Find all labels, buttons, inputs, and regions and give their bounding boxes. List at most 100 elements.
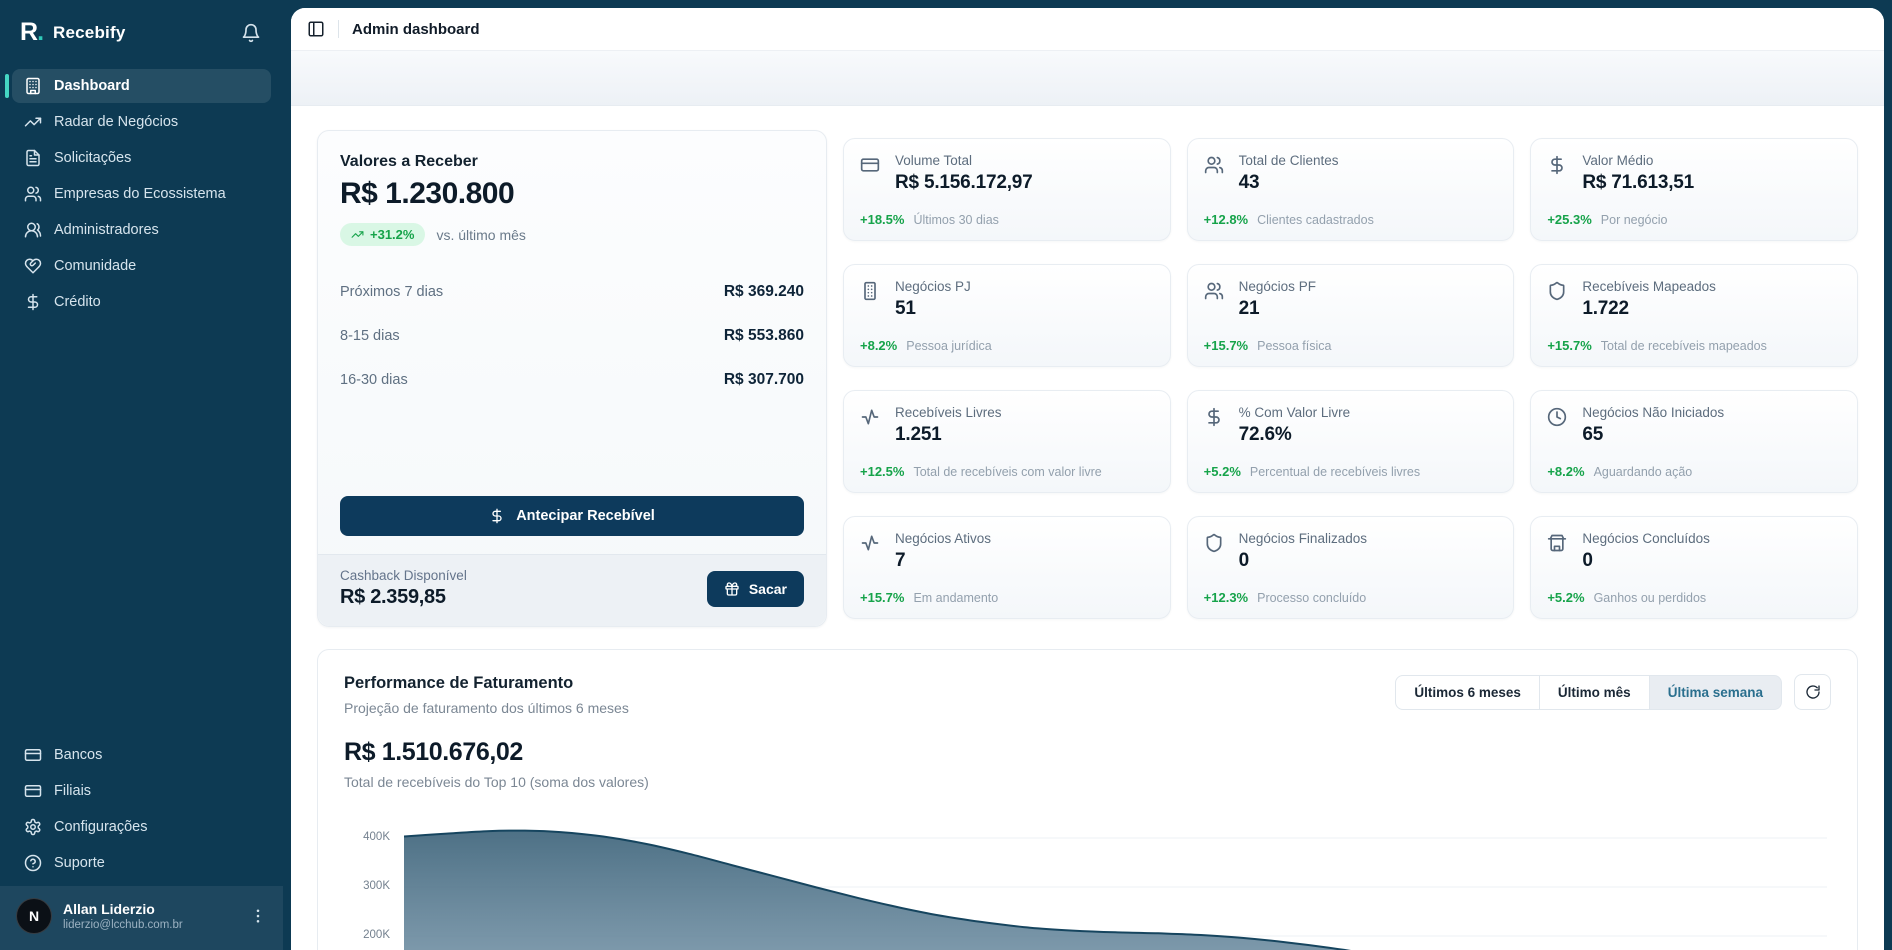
performance-controls: Últimos 6 meses Último mês Última semana (1395, 674, 1831, 710)
credit-card-icon (24, 782, 42, 800)
stat-delta: +12.8% (1204, 212, 1248, 227)
stat-delta: +12.5% (860, 464, 904, 479)
stat-value: 51 (895, 298, 971, 320)
stat-label: Negócios Não Iniciados (1582, 405, 1724, 420)
stats-grid: Volume Total R$ 5.156.172,97 +18.5%Últim… (843, 138, 1858, 627)
more-vertical-icon[interactable] (249, 907, 267, 925)
heart-handshake-icon (24, 257, 42, 275)
trending-up-icon (351, 228, 364, 241)
stat-desc: Em andamento (913, 591, 998, 605)
activity-icon (860, 407, 880, 427)
tab-ultima-semana[interactable]: Última semana (1649, 675, 1782, 710)
shield-icon (1204, 533, 1224, 553)
credit-card-icon (860, 155, 880, 175)
row-value: R$ 369.240 (724, 283, 804, 301)
cashback-section: Cashback Disponível R$ 2.359,85 Sacar (318, 554, 826, 626)
receivables-title: Valores a Receber (340, 153, 804, 171)
sidebar: R. Recebify Dashboard Radar de Negócios … (0, 0, 283, 950)
revenue-area-chart: 400K 300K 200K (344, 808, 1831, 950)
stat-label: Negócios Concluídos (1582, 531, 1710, 546)
stat-value: 1.722 (1582, 298, 1716, 320)
stat-delta: +5.2% (1204, 464, 1241, 479)
row-label: 8-15 dias (340, 328, 400, 344)
stat-desc: Por negócio (1601, 213, 1668, 227)
row-value: R$ 307.700 (724, 371, 804, 389)
panel-left-icon[interactable] (307, 20, 325, 38)
dollar-sign-icon (1204, 407, 1224, 427)
stat-desc: Total de recebíveis com valor livre (913, 465, 1101, 479)
stat-card-recebiveis-mapeados: Recebíveis Mapeados 1.722 +15.7%Total de… (1530, 264, 1858, 367)
sidebar-item-suporte[interactable]: Suporte (12, 846, 271, 880)
bell-icon[interactable] (241, 23, 261, 43)
sacar-button[interactable]: Sacar (707, 571, 804, 607)
stat-delta: +25.3% (1547, 212, 1591, 227)
stat-value: 21 (1239, 298, 1316, 320)
stat-desc: Pessoa jurídica (906, 339, 991, 353)
stat-value: 0 (1239, 550, 1367, 572)
stat-value: R$ 71.613,51 (1582, 172, 1694, 194)
performance-subtitle: Projeção de faturamento dos últimos 6 me… (344, 700, 629, 716)
receivables-total: R$ 1.230.800 (340, 177, 804, 211)
stat-label: Recebíveis Mapeados (1582, 279, 1716, 294)
page-title: Admin dashboard (352, 21, 480, 38)
receivables-row: 8-15 dias R$ 553.860 (340, 314, 804, 358)
sidebar-item-empresas-do-ecossistema[interactable]: Empresas do Ecossistema (12, 177, 271, 211)
header-band (291, 50, 1884, 106)
users-round-icon (24, 221, 42, 239)
sidebar-item-configuracoes[interactable]: Configurações (12, 810, 271, 844)
sidebar-item-label: Bancos (54, 747, 102, 763)
refresh-button[interactable] (1794, 674, 1831, 710)
sidebar-item-label: Administradores (54, 222, 159, 238)
sidebar-item-administradores[interactable]: Administradores (12, 213, 271, 247)
building-icon (860, 281, 880, 301)
stat-delta: +5.2% (1547, 590, 1584, 605)
clock-icon (1547, 407, 1567, 427)
growth-badge-caption: vs. último mês (436, 227, 525, 243)
tab-ultimo-mes[interactable]: Último mês (1539, 675, 1650, 710)
topbar-divider (338, 20, 339, 38)
sidebar-item-label: Comunidade (54, 258, 136, 274)
sidebar-item-credito[interactable]: Crédito (12, 285, 271, 319)
sidebar-item-bancos[interactable]: Bancos (12, 738, 271, 772)
avatar: N (16, 898, 52, 934)
sidebar-item-filiais[interactable]: Filiais (12, 774, 271, 808)
stat-desc: Últimos 30 dias (913, 213, 998, 227)
y-axis-tick: 200K (344, 929, 390, 941)
stat-desc: Clientes cadastrados (1257, 213, 1374, 227)
stat-card-negocios-pf: Negócios PF 21 +15.7%Pessoa física (1187, 264, 1515, 367)
stat-value: 72.6% (1239, 424, 1351, 446)
stat-desc: Percentual de recebíveis livres (1250, 465, 1420, 479)
chart-plot-area (404, 808, 1827, 950)
users-icon (1204, 281, 1224, 301)
receivables-rows: Próximos 7 dias R$ 369.240 8-15 dias R$ … (340, 270, 804, 402)
sidebar-item-radar-de-negocios[interactable]: Radar de Negócios (12, 105, 271, 139)
help-circle-icon (24, 854, 42, 872)
sidebar-item-solicitacoes[interactable]: Solicitações (12, 141, 271, 175)
sidebar-item-dashboard[interactable]: Dashboard (12, 69, 271, 103)
stat-desc: Ganhos ou perdidos (1594, 591, 1707, 605)
sidebar-item-comunidade[interactable]: Comunidade (12, 249, 271, 283)
performance-card: Performance de Faturamento Projeção de f… (317, 649, 1858, 950)
stat-delta: +8.2% (860, 338, 897, 353)
stat-desc: Pessoa física (1257, 339, 1331, 353)
stat-card-volume-total: Volume Total R$ 5.156.172,97 +18.5%Últim… (843, 138, 1171, 241)
stat-label: Total de Clientes (1239, 153, 1339, 168)
sidebar-item-label: Dashboard (54, 78, 130, 94)
refresh-icon (1805, 684, 1821, 700)
sidebar-item-label: Configurações (54, 819, 148, 835)
stat-value: 43 (1239, 172, 1339, 194)
antecipar-recebivel-button[interactable]: Antecipar Recebível (340, 496, 804, 536)
stat-label: Volume Total (895, 153, 1033, 168)
users-icon (24, 185, 42, 203)
dollar-sign-icon (24, 293, 42, 311)
performance-caption: Total de recebíveis do Top 10 (soma dos … (344, 774, 1831, 790)
row-value: R$ 553.860 (724, 327, 804, 345)
users-icon (1204, 155, 1224, 175)
performance-title: Performance de Faturamento (344, 674, 629, 693)
user-card[interactable]: N Allan Liderzio liderzio@lcchub.com.br (0, 886, 283, 950)
gear-icon (24, 818, 42, 836)
stat-card-valor-medio: Valor Médio R$ 71.613,51 +25.3%Por negóc… (1530, 138, 1858, 241)
gift-icon (724, 581, 740, 597)
sidebar-item-label: Radar de Negócios (54, 114, 178, 130)
tab-ultimos-6-meses[interactable]: Últimos 6 meses (1395, 675, 1540, 710)
